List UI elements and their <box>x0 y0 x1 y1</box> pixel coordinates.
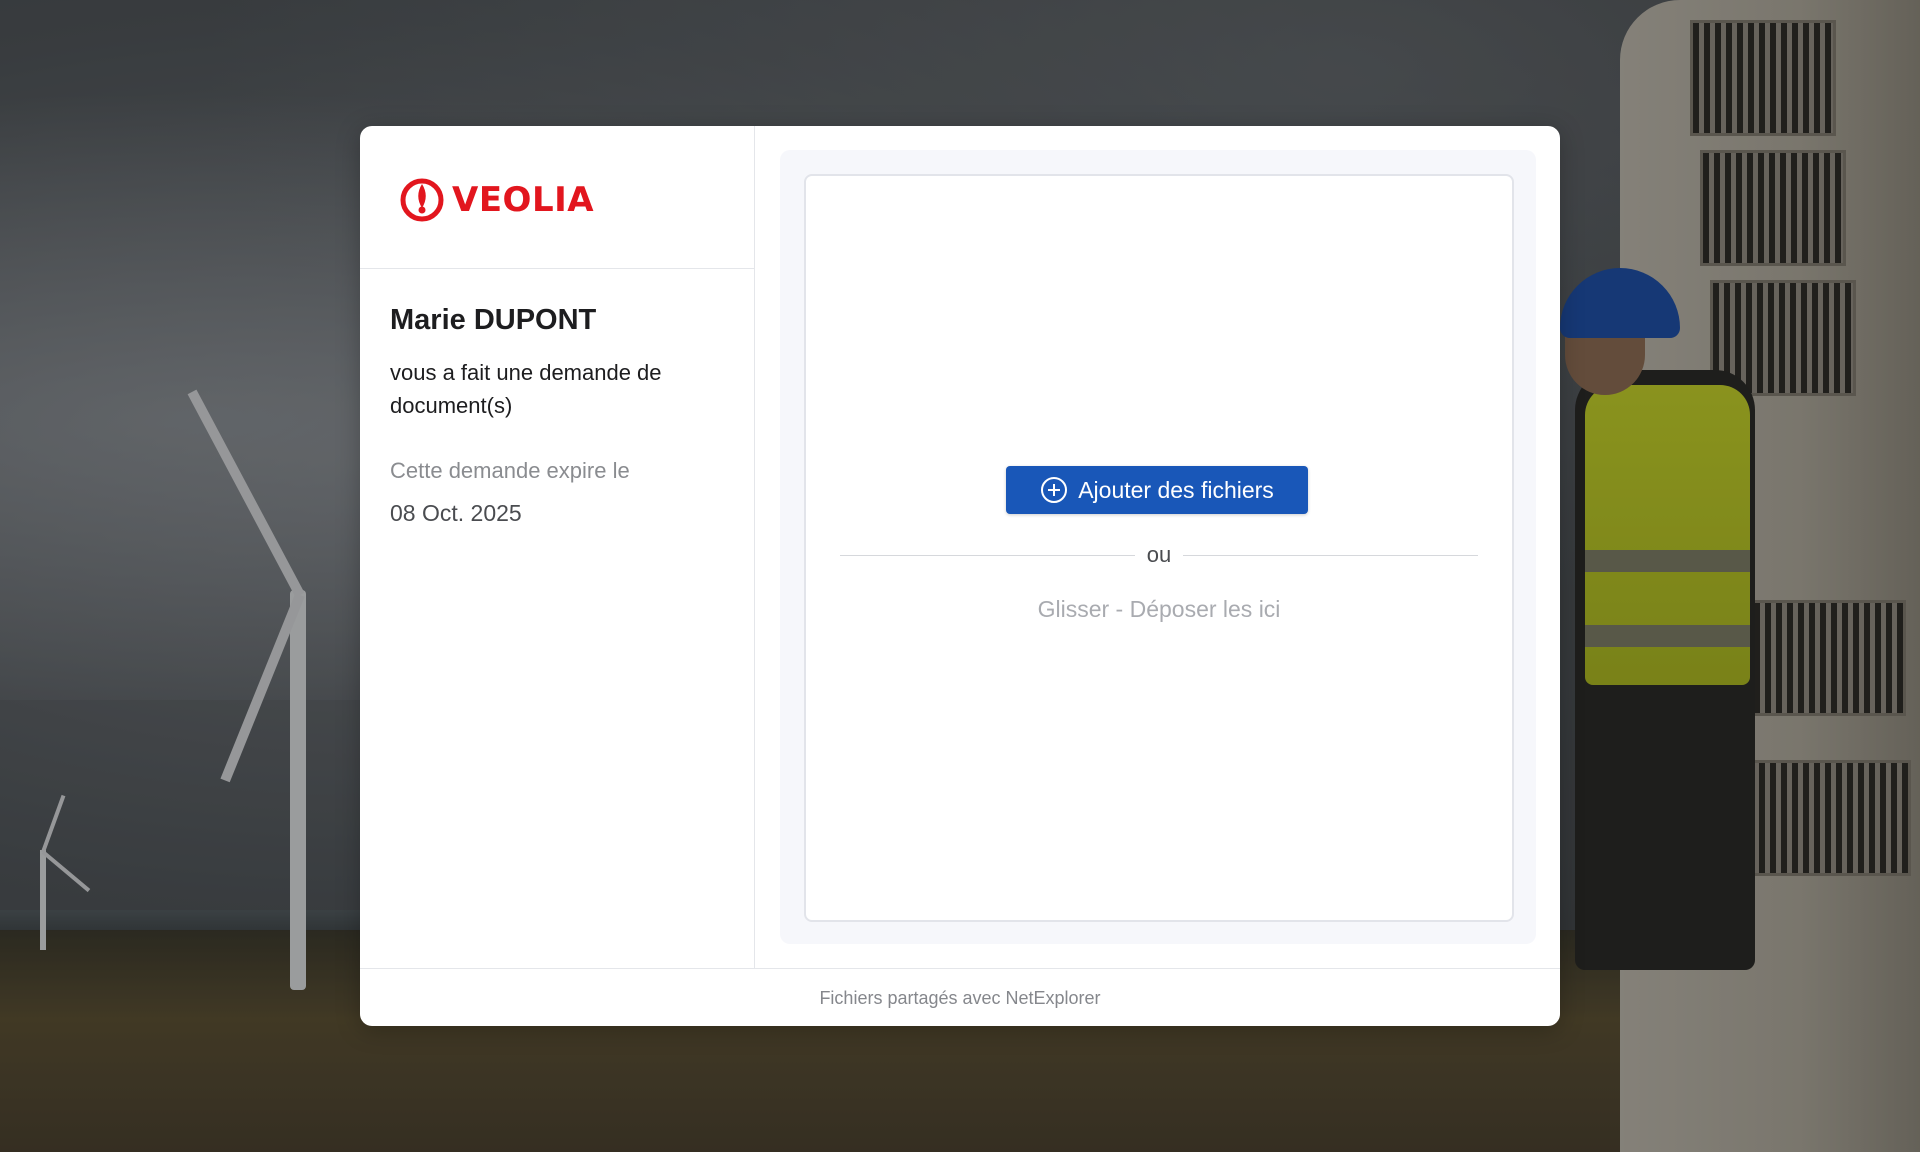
plus-circle-icon <box>1041 477 1068 503</box>
upload-panel: Ajouter des fichiers ou Glisser - Dépose… <box>780 150 1536 944</box>
brand-logo: VEOLIA <box>400 178 594 222</box>
requester-name: Marie DUPONT <box>390 304 597 336</box>
expiry-date: 08 Oct. 2025 <box>390 500 522 526</box>
brand-name: VEOLIA <box>452 180 595 220</box>
logo-header: VEOLIA <box>360 126 754 269</box>
separator-line <box>1183 554 1479 556</box>
expiry-label: Cette demande expire le <box>390 458 630 483</box>
footer: Fichiers partagés avec NetExplorer <box>360 968 1560 1026</box>
footer-text: Fichiers partagés avec NetExplorer <box>819 987 1101 1008</box>
upload-request-card: VEOLIA Marie DUPONT vous a fait une dema… <box>360 126 1560 1026</box>
drag-drop-hint: Glisser - Déposer les ici <box>1037 596 1281 622</box>
veolia-logo-icon <box>400 178 444 222</box>
add-files-button[interactable]: Ajouter des fichiers <box>1006 466 1308 514</box>
request-info-panel: VEOLIA Marie DUPONT vous a fait une dema… <box>360 126 755 968</box>
file-dropzone[interactable]: Ajouter des fichiers ou Glisser - Dépose… <box>804 174 1514 922</box>
request-message: vous a fait une demande de document(s) <box>390 360 662 418</box>
separator-line <box>840 554 1135 556</box>
or-separator: ou <box>840 540 1479 570</box>
add-files-label: Ajouter des fichiers <box>1078 476 1274 503</box>
or-text: ou <box>1146 542 1172 567</box>
